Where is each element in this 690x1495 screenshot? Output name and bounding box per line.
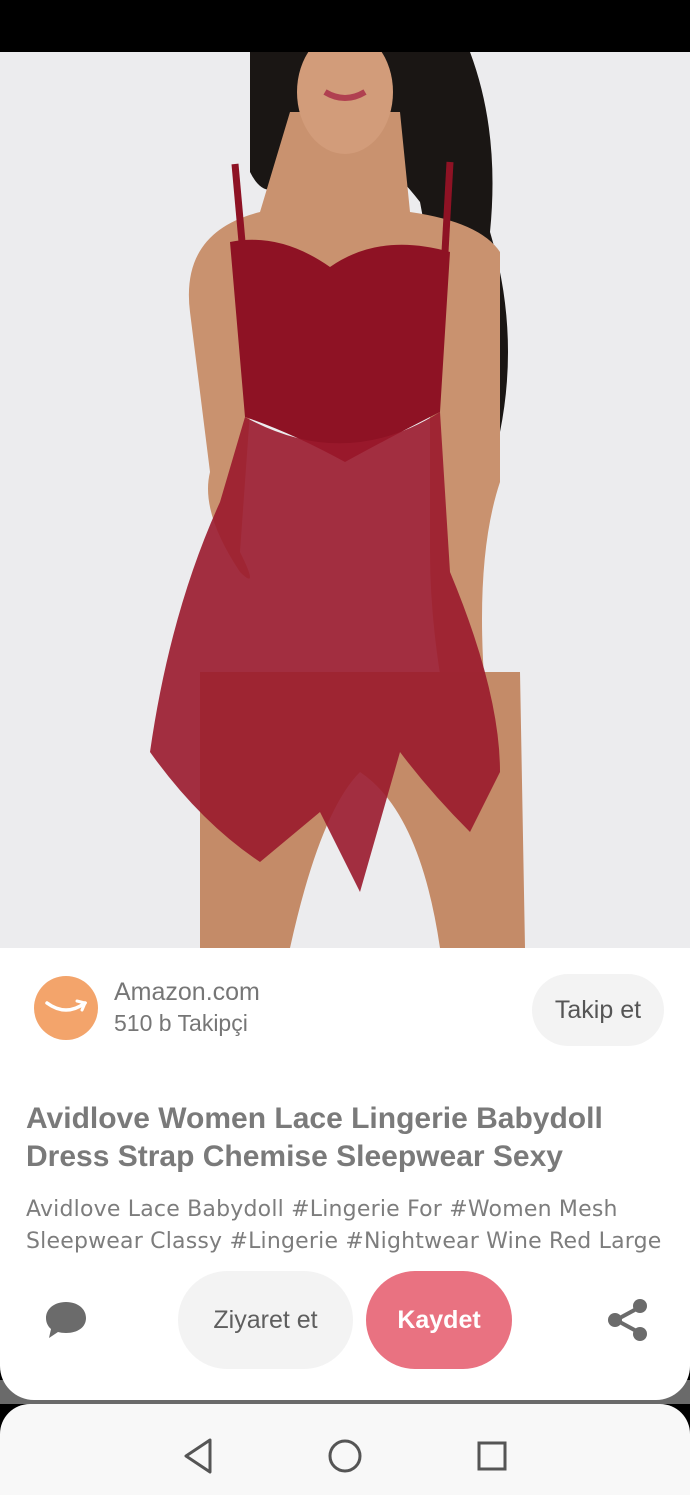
amazon-smile-icon [45,999,88,1012]
back-triangle-icon[interactable] [178,1436,218,1476]
home-circle-icon[interactable] [327,1438,363,1474]
pin-description: Avidlove Lace Babydoll #Lingerie For #Wo… [26,1197,662,1254]
save-button[interactable]: Kaydet [366,1271,512,1369]
recents-square-icon[interactable] [476,1440,508,1472]
system-navigation-bar [0,1404,690,1495]
pin-detail-card: Amazon.com 510 b Takipçi Takip et Avidlo… [0,948,690,1400]
share-icon[interactable] [606,1298,650,1342]
comment-bubble-icon[interactable] [44,1300,88,1340]
pin-title: Avidlove Women Lace Lingerie Babydoll Dr… [26,1102,603,1173]
follow-button[interactable]: Takip et [532,974,664,1046]
status-bar [0,0,690,52]
follower-count: 510 b Takipçi [114,1010,248,1036]
source-name[interactable]: Amazon.com [114,978,260,1007]
source-avatar[interactable] [34,976,98,1040]
pin-image[interactable] [0,52,690,948]
visit-button[interactable]: Ziyaret et [178,1271,353,1369]
product-photo-illustration [0,52,690,948]
